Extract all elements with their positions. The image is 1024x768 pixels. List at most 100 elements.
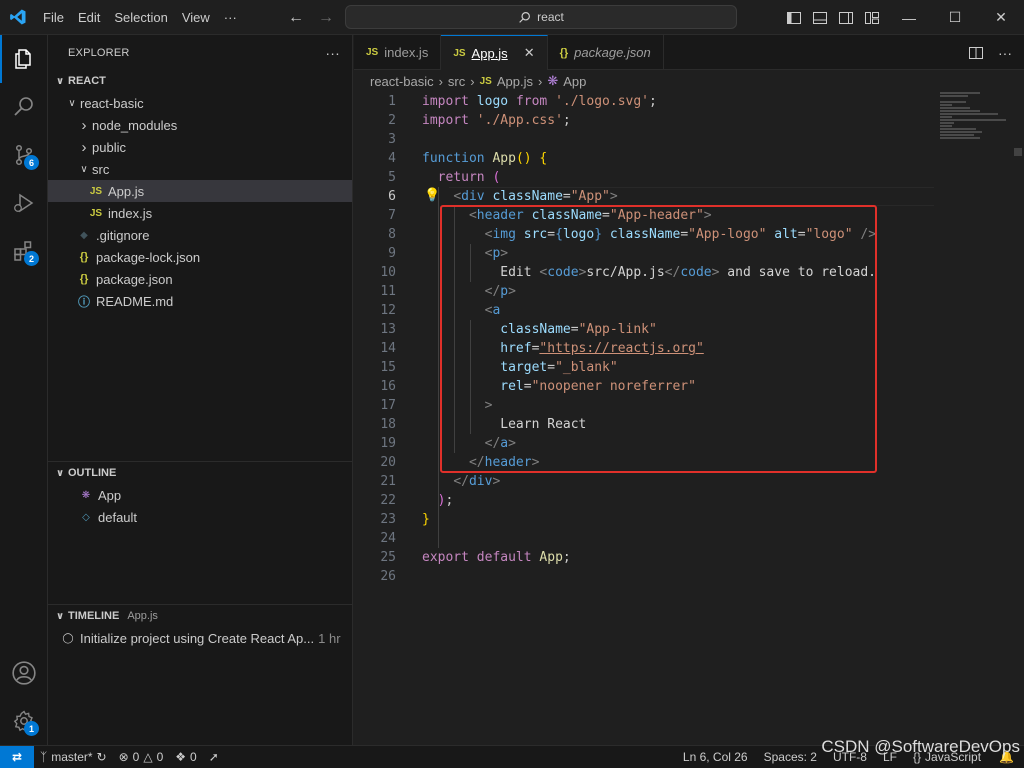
- lightbulb-icon[interactable]: 💡: [424, 188, 440, 203]
- breadcrumb-item[interactable]: App: [563, 74, 586, 89]
- tab-package-json[interactable]: {} package.json: [548, 35, 664, 70]
- commit-icon: ◯: [62, 632, 74, 644]
- error-count: 0: [132, 750, 140, 764]
- tree-item[interactable]: › node_modules: [48, 114, 352, 136]
- menu-view[interactable]: View: [175, 0, 217, 35]
- branch-icon: ᛉ: [40, 750, 48, 764]
- breadcrumb-item[interactable]: App.js: [497, 74, 533, 89]
- chevron-down-icon: ∨: [68, 97, 76, 109]
- timeline-header[interactable]: ∨ TIMELINE App.js: [48, 605, 353, 627]
- json-file-icon: {}: [79, 273, 89, 285]
- tree-item[interactable]: ∨ src: [48, 158, 352, 180]
- tree-item[interactable]: {} package.json: [48, 268, 352, 290]
- menu-selection[interactable]: Selection: [107, 0, 174, 35]
- code-line[interactable]: 21 </div>: [354, 472, 954, 491]
- explorer-more-button[interactable]: ···: [325, 45, 340, 61]
- ports-status[interactable]: ❖ 0: [169, 750, 202, 764]
- tree-item-label: node_modules: [92, 117, 178, 133]
- line-number: 9: [388, 246, 396, 261]
- line-number: 2: [388, 113, 396, 128]
- close-tab-icon[interactable]: ✕: [524, 45, 535, 61]
- code-line[interactable]: 4 function App() {: [354, 149, 954, 168]
- command-center-search[interactable]: react: [345, 5, 737, 29]
- tab-index-js[interactable]: JS index.js: [354, 35, 442, 70]
- json-file-icon: {}: [559, 46, 569, 59]
- line-number: 18: [380, 417, 396, 432]
- chevron-down-icon: ∨: [55, 467, 65, 479]
- back-arrow-icon[interactable]: ←: [288, 9, 304, 27]
- cursor-position[interactable]: Ln 6, Col 26: [675, 750, 756, 764]
- editor-tabs: JS index.js JS App.js ✕ {} package.json …: [354, 35, 1024, 70]
- line-number: 12: [380, 303, 396, 318]
- outline-item-default[interactable]: ◇ default: [48, 506, 353, 528]
- extensions-icon[interactable]: 2: [0, 227, 48, 275]
- code-line[interactable]: 1 import logo from './logo.svg';: [354, 92, 954, 111]
- minimap[interactable]: [940, 92, 1010, 152]
- timeline-entry[interactable]: ◯ Initialize project using Create React …: [48, 627, 353, 649]
- code-line[interactable]: 3: [354, 130, 954, 149]
- branch-status[interactable]: ᛉ master* ↻: [34, 750, 113, 764]
- outline-item-label: App: [98, 487, 122, 503]
- breadcrumb-item[interactable]: src: [448, 74, 465, 89]
- live-share-icon[interactable]: ➚: [203, 750, 225, 764]
- accounts-icon[interactable]: [0, 649, 48, 697]
- chevron-right-icon: ›: [470, 73, 475, 89]
- ports-count: 0: [190, 750, 197, 764]
- code-line[interactable]: 24: [354, 529, 954, 548]
- code-text: function App() {: [422, 151, 548, 166]
- toggle-primary-sidebar-icon[interactable]: [786, 10, 802, 26]
- maximize-icon[interactable]: ☐: [932, 0, 978, 35]
- code-line[interactable]: 2 import './App.css';: [354, 111, 954, 130]
- code-line[interactable]: 23}: [354, 510, 954, 529]
- menu-file[interactable]: File: [36, 0, 71, 35]
- indentation-status[interactable]: Spaces: 2: [756, 750, 825, 764]
- folder-section-title: REACT: [68, 75, 106, 87]
- line-number: 21: [380, 474, 396, 489]
- tab-app-js[interactable]: JS App.js ✕: [441, 35, 548, 70]
- tree-item[interactable]: › public: [48, 136, 352, 158]
- chevron-right-icon: ›: [537, 73, 543, 89]
- outline-header[interactable]: ∨ OUTLINE: [48, 462, 353, 484]
- outline-item-app[interactable]: ❋ App: [48, 484, 353, 506]
- toggle-secondary-sidebar-icon[interactable]: [838, 10, 854, 26]
- tree-item[interactable]: {} package-lock.json: [48, 246, 352, 268]
- tree-item[interactable]: JS index.js: [48, 202, 352, 224]
- split-editor-icon[interactable]: [968, 45, 984, 61]
- folder-section-header[interactable]: ∨ REACT: [48, 70, 352, 92]
- code-line[interactable]: 5 return (: [354, 168, 954, 187]
- code-line[interactable]: 26: [354, 567, 954, 586]
- forward-arrow-icon[interactable]: →: [318, 9, 334, 27]
- customize-layout-icon[interactable]: [864, 10, 880, 26]
- menu-more[interactable]: ···: [217, 0, 244, 35]
- tree-item[interactable]: ◆ .gitignore: [48, 224, 352, 246]
- editor-more-icon[interactable]: ···: [998, 45, 1012, 61]
- vertical-scrollbar[interactable]: [1014, 148, 1022, 156]
- line-number: 10: [380, 265, 396, 280]
- toggle-panel-icon[interactable]: [812, 10, 828, 26]
- code-text: return (: [437, 170, 501, 185]
- manage-gear-icon[interactable]: 1: [0, 697, 48, 745]
- explorer-icon[interactable]: [0, 35, 48, 83]
- code-line[interactable]: 22 );: [354, 491, 954, 510]
- close-window-icon[interactable]: ✕: [978, 0, 1024, 35]
- code-line[interactable]: 25 export default App;: [354, 548, 954, 567]
- run-debug-icon[interactable]: [0, 179, 48, 227]
- tree-item[interactable]: JS App.js: [48, 180, 352, 202]
- line-number: 1: [388, 94, 396, 109]
- minimize-icon[interactable]: —: [886, 0, 932, 35]
- tree-item[interactable]: ∨ react-basic: [48, 92, 352, 114]
- remote-indicator-icon[interactable]: ⇄: [0, 746, 34, 768]
- breadcrumb-item[interactable]: react-basic: [370, 74, 434, 89]
- vscode-logo-icon[interactable]: [0, 0, 36, 35]
- line-number: 7: [388, 208, 396, 223]
- line-number: 8: [388, 227, 396, 242]
- problems-status[interactable]: ⊗ 0 △ 0: [113, 750, 170, 764]
- source-control-icon[interactable]: 6: [0, 131, 48, 179]
- menu-edit[interactable]: Edit: [71, 0, 107, 35]
- js-file-icon: JS: [479, 75, 492, 87]
- tree-item[interactable]: ⓘ README.md: [48, 290, 352, 312]
- code-editor[interactable]: 1 import logo from './logo.svg'; 2 import '…: [354, 92, 1024, 745]
- activity-bar: 6 2 1: [0, 35, 48, 745]
- search-view-icon[interactable]: [0, 83, 48, 131]
- code-line[interactable]: 6 <div className="App">: [354, 187, 954, 206]
